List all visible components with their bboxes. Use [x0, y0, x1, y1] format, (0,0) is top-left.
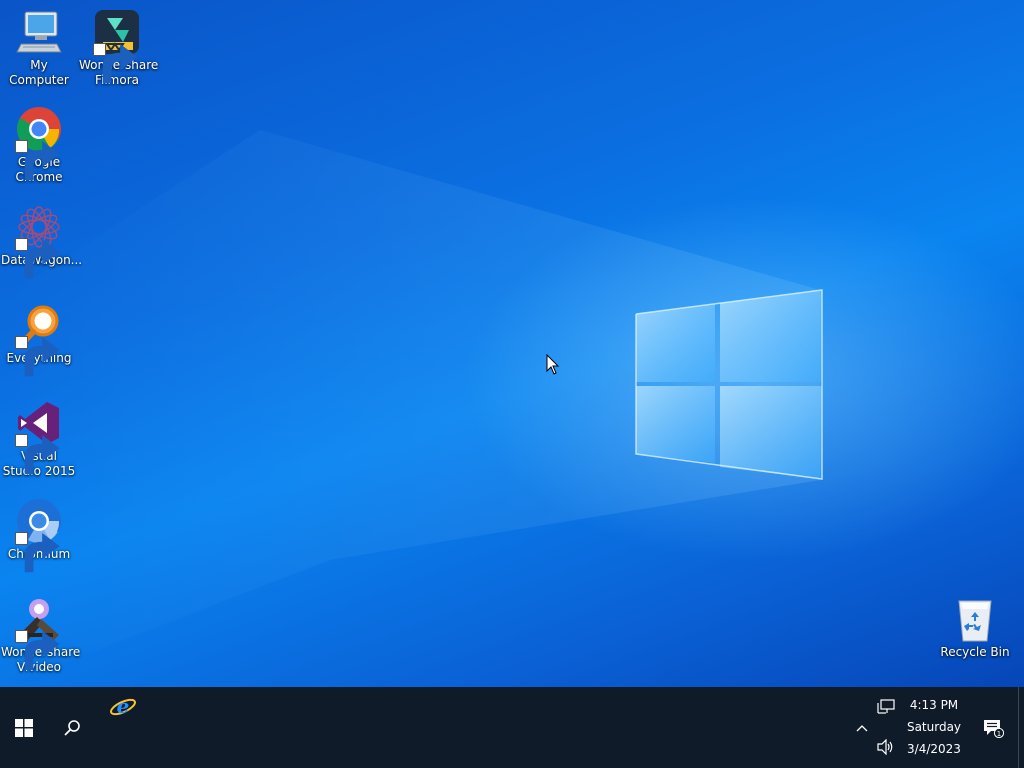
- desktop-icon-everything[interactable]: Everything: [0, 301, 78, 377]
- desktop-icon-google-chrome[interactable]: Google Chrome: [0, 105, 78, 185]
- visual-studio-icon: [15, 399, 63, 475]
- desktop-background[interactable]: My Computer Wondershare Filmora Google C…: [0, 0, 1024, 687]
- clock-date: 3/4/2023: [907, 742, 961, 756]
- clock-day: Saturday: [906, 720, 962, 734]
- shortcut-arrow-icon: [15, 434, 60, 475]
- shortcut-arrow-icon: [15, 532, 60, 573]
- network-tray-button[interactable]: [874, 695, 898, 719]
- show-desktop-button[interactable]: [1018, 687, 1024, 768]
- start-button[interactable]: [0, 687, 48, 768]
- show-hidden-icons-button[interactable]: [850, 713, 874, 743]
- datawagon-icon: [15, 203, 63, 279]
- desktop-icon-wondershare-filmora[interactable]: Wondershare Filmora: [78, 8, 158, 88]
- shortcut-arrow-icon: [15, 140, 60, 181]
- shortcut-arrow-icon: [15, 336, 60, 377]
- svg-text:e: e: [117, 694, 130, 718]
- network-icon: [877, 699, 895, 714]
- action-center-button[interactable]: 1: [976, 713, 1010, 743]
- internet-explorer-icon: e: [110, 694, 136, 718]
- chevron-up-icon: [856, 725, 868, 732]
- recycle-bin-icon: [951, 595, 999, 643]
- desktop-icon-chromium[interactable]: Chromium: [0, 497, 78, 573]
- taskbar: e 4:13 PM Saturday 3/4/2023 1: [0, 687, 1024, 768]
- clock-time: 4:13 PM: [909, 698, 959, 712]
- taskbar-pinned-internet-explorer[interactable]: e: [100, 687, 146, 727]
- everything-search-icon: [15, 301, 63, 377]
- windows-wallpaper: [0, 130, 823, 687]
- search-icon: [64, 719, 80, 736]
- shortcut-arrow-icon: [93, 43, 138, 84]
- search-button[interactable]: [48, 687, 96, 768]
- notification-count: 1: [997, 730, 1001, 738]
- filmora-icon: [93, 8, 141, 84]
- volume-tray-button[interactable]: [874, 735, 898, 759]
- desktop-icon-wondershare-vivideo[interactable]: Wondershare Vivideo: [0, 595, 80, 675]
- notification-icon: 1: [984, 720, 1004, 738]
- windows-start-icon: [15, 718, 33, 737]
- desktop-icon-label: Recycle Bin: [940, 645, 1010, 659]
- chromium-icon: [15, 497, 63, 573]
- speaker-icon: [877, 739, 893, 755]
- clock-button[interactable]: 4:13 PM Saturday 3/4/2023: [900, 687, 968, 768]
- mouse-cursor-icon: [546, 354, 560, 375]
- desktop-icon-my-computer[interactable]: My Computer: [0, 8, 78, 88]
- desktop-icon-datawagon[interactable]: DataWagon...: [0, 203, 82, 279]
- shortcut-arrow-icon: [15, 238, 60, 279]
- vivideo-icon: [15, 595, 63, 671]
- computer-icon: [15, 8, 63, 56]
- chrome-icon: [15, 105, 63, 181]
- desktop-icon-visual-studio-2015[interactable]: Visual Studio 2015: [0, 399, 78, 479]
- desktop-icon-label: My Computer: [9, 58, 69, 87]
- desktop-icon-recycle-bin[interactable]: Recycle Bin: [936, 595, 1014, 660]
- shortcut-arrow-icon: [15, 630, 60, 671]
